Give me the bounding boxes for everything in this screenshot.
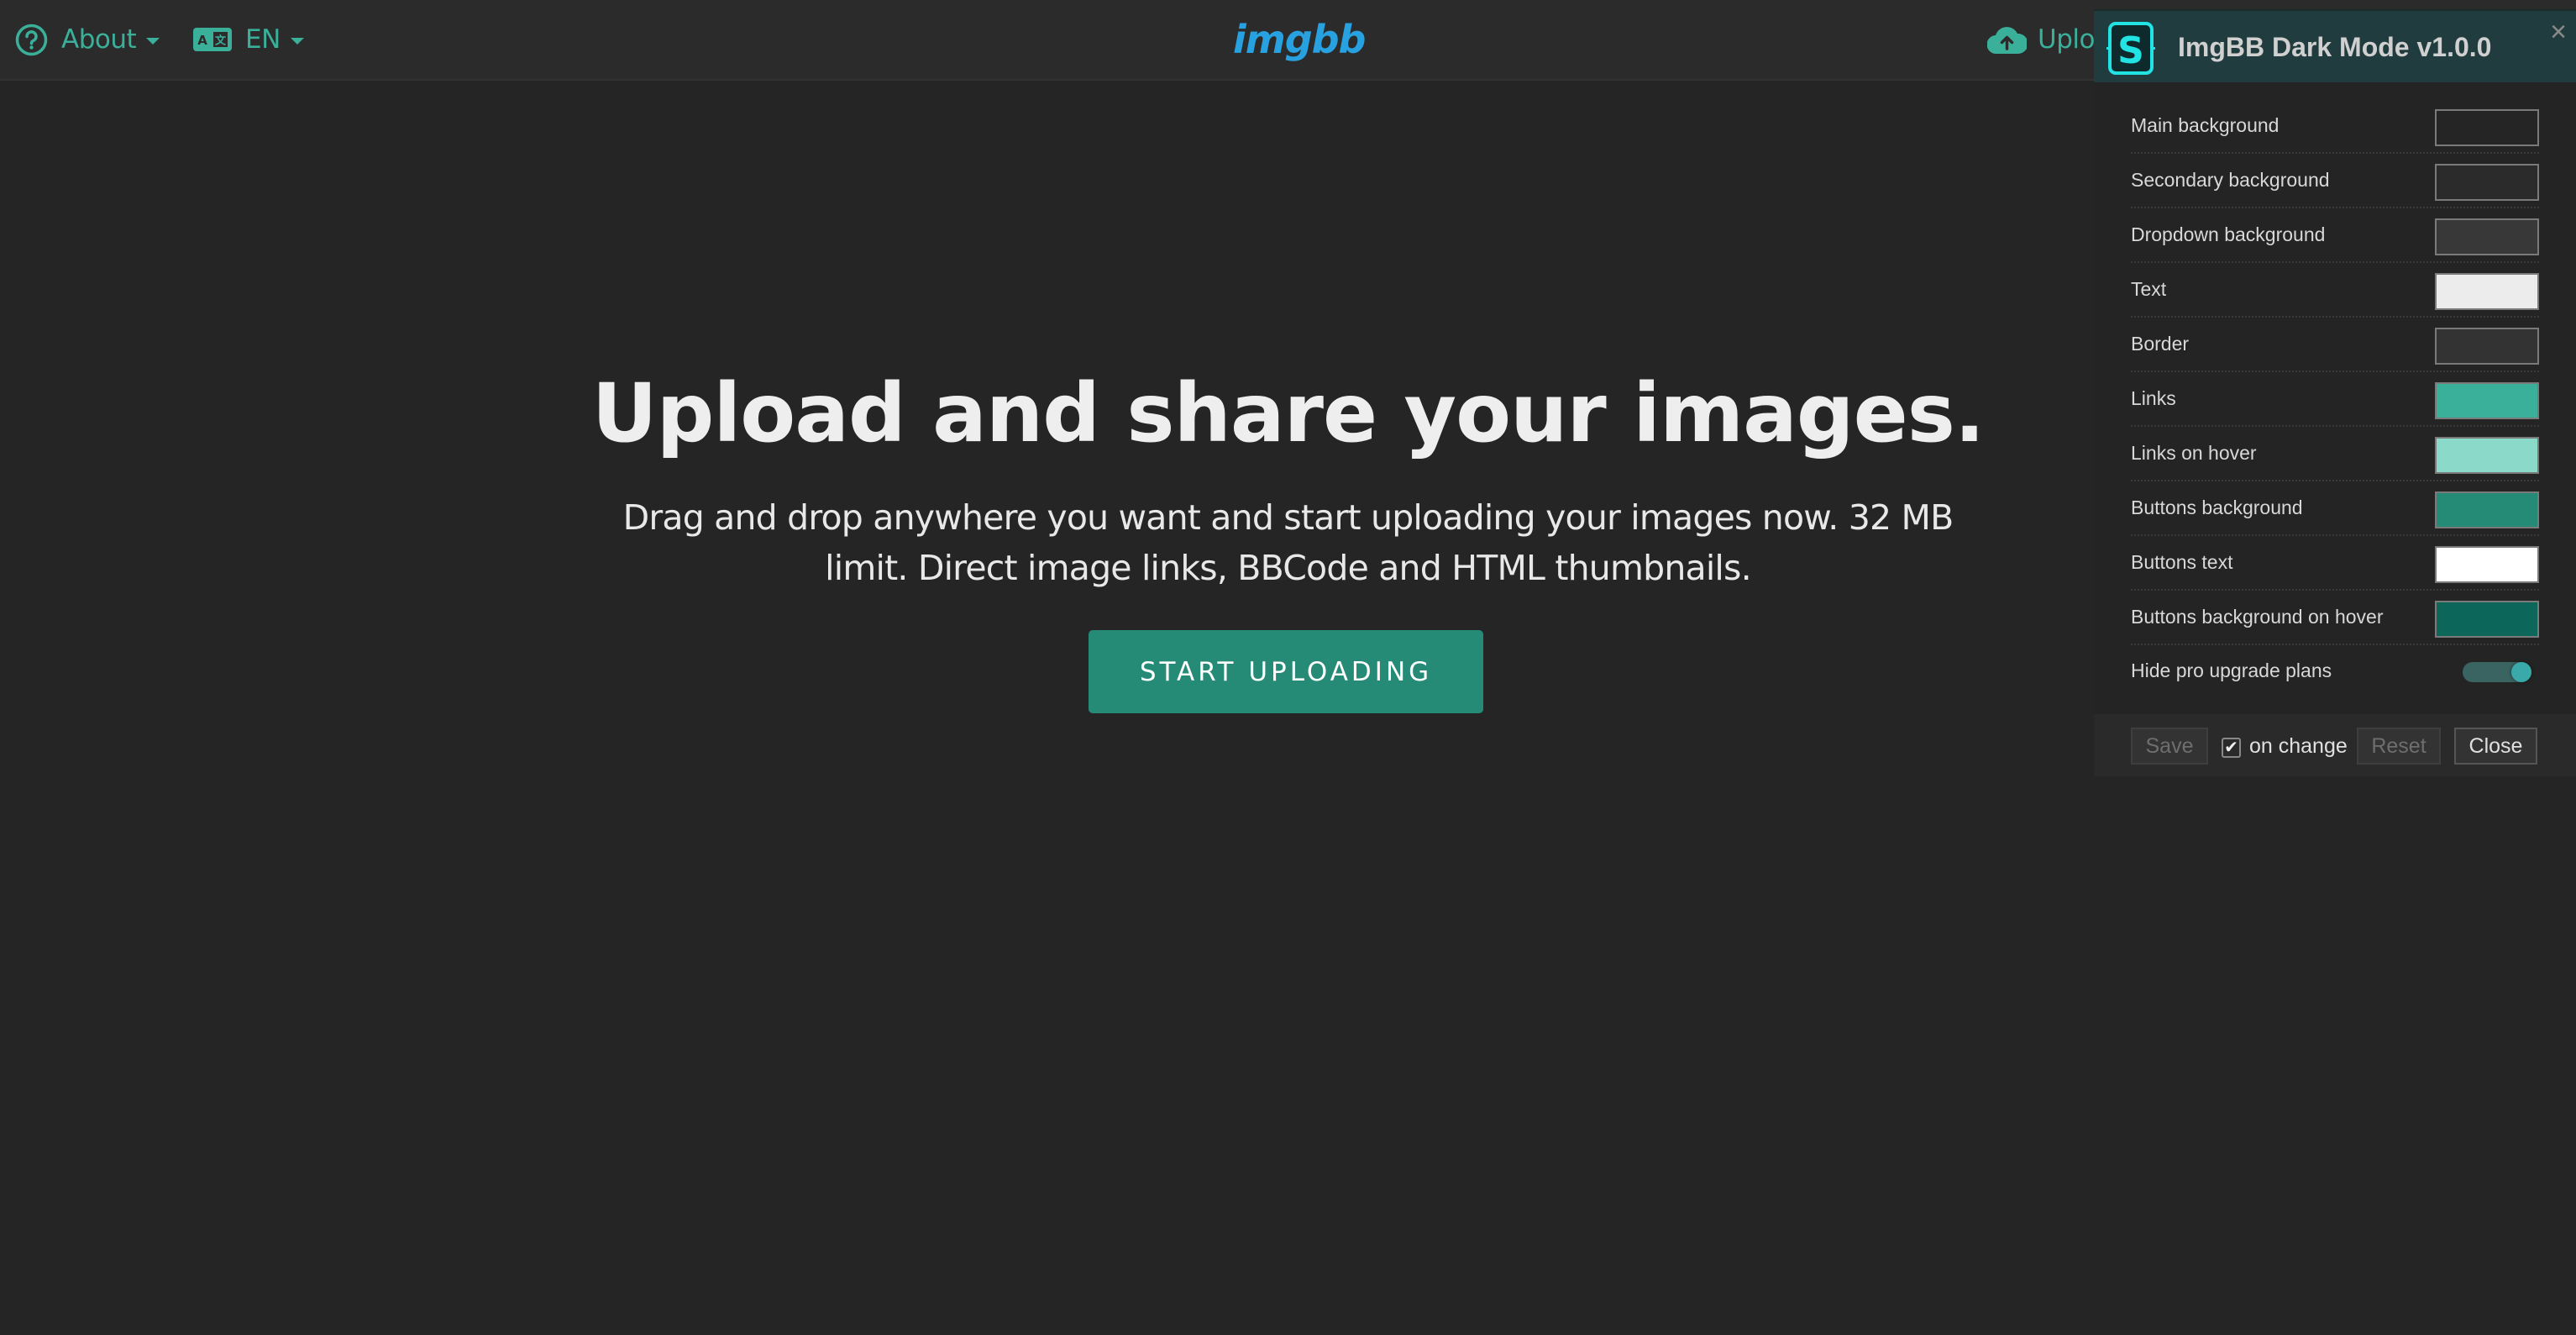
color-swatch[interactable] (2435, 601, 2539, 638)
setting-row-dropdown-background: Dropdown background (2131, 208, 2539, 263)
imgbb-logo[interactable]: imgbb (1233, 12, 1366, 67)
close-icon[interactable]: × (2547, 18, 2569, 46)
about-menu[interactable]: About (15, 0, 160, 79)
setting-row-buttons-background: Buttons background (2131, 481, 2539, 536)
cloud-upload-icon (1987, 26, 2027, 54)
setting-label: Buttons text (2131, 551, 2233, 573)
setting-label: Buttons background (2131, 497, 2303, 518)
color-swatch[interactable] (2435, 273, 2539, 310)
color-settings-list: Main background Secondary background Dro… (2131, 99, 2539, 696)
color-swatch[interactable] (2435, 382, 2539, 419)
setting-row-secondary-background: Secondary background (2131, 154, 2539, 208)
setting-label: Dropdown background (2131, 223, 2326, 245)
panel-title: ImgBB Dark Mode v1.0.0 (2178, 32, 2492, 62)
start-uploading-button[interactable]: START UPLOADING (1089, 630, 1483, 713)
setting-row-text: Text (2131, 263, 2539, 318)
color-swatch[interactable] (2435, 437, 2539, 474)
svg-text:文: 文 (215, 34, 227, 48)
chevron-down-icon (290, 38, 304, 45)
color-swatch[interactable] (2435, 164, 2539, 201)
translate-icon: A 文 (193, 28, 232, 51)
dark-mode-settings-panel: S ImgBB Dark Mode v1.0.0 × Main backgrou… (2094, 9, 2576, 776)
color-swatch[interactable] (2435, 546, 2539, 583)
panel-footer: Save ✔ on change Reset Close (2094, 714, 2576, 776)
stylus-logo-icon: S (2106, 22, 2155, 75)
color-swatch[interactable] (2435, 491, 2539, 528)
setting-label: Secondary background (2131, 169, 2330, 191)
svg-text:S: S (2117, 29, 2144, 72)
setting-row-buttons-text: Buttons text (2131, 536, 2539, 591)
panel-header: S ImgBB Dark Mode v1.0.0 × (2094, 9, 2576, 82)
setting-row-links-on-hover: Links on hover (2131, 427, 2539, 481)
setting-label: Border (2131, 333, 2190, 355)
save-button[interactable]: Save (2131, 728, 2208, 765)
setting-label: Hide pro upgrade plans (2131, 659, 2332, 681)
color-swatch[interactable] (2435, 218, 2539, 255)
color-swatch[interactable] (2435, 328, 2539, 365)
setting-label: Buttons background on hover (2131, 606, 2384, 628)
setting-label: Main background (2131, 114, 2280, 136)
color-swatch[interactable] (2435, 109, 2539, 146)
svg-text:A: A (197, 33, 207, 48)
language-label: EN (245, 24, 281, 55)
on-change-checkbox[interactable]: ✔ (2222, 738, 2241, 758)
toggle-knob (2511, 662, 2531, 682)
close-button[interactable]: Close (2454, 728, 2537, 765)
help-circle-icon (15, 24, 48, 55)
about-label: About (61, 24, 137, 55)
hide-pro-plans-toggle[interactable] (2463, 662, 2531, 682)
setting-row-buttons-background-on-hover: Buttons background on hover (2131, 591, 2539, 645)
language-menu[interactable]: A 文 EN (193, 0, 304, 79)
setting-row-links: Links (2131, 372, 2539, 427)
setting-label: Links (2131, 387, 2176, 409)
setting-row-hide-pro-plans: Hide pro upgrade plans (2131, 645, 2539, 696)
setting-label: Links on hover (2131, 442, 2257, 464)
reset-button[interactable]: Reset (2357, 728, 2441, 765)
setting-row-main-background: Main background (2131, 99, 2539, 154)
on-change-label: on change (2249, 733, 2348, 758)
chevron-down-icon (146, 38, 160, 45)
setting-label: Text (2131, 278, 2167, 300)
setting-row-border: Border (2131, 318, 2539, 372)
